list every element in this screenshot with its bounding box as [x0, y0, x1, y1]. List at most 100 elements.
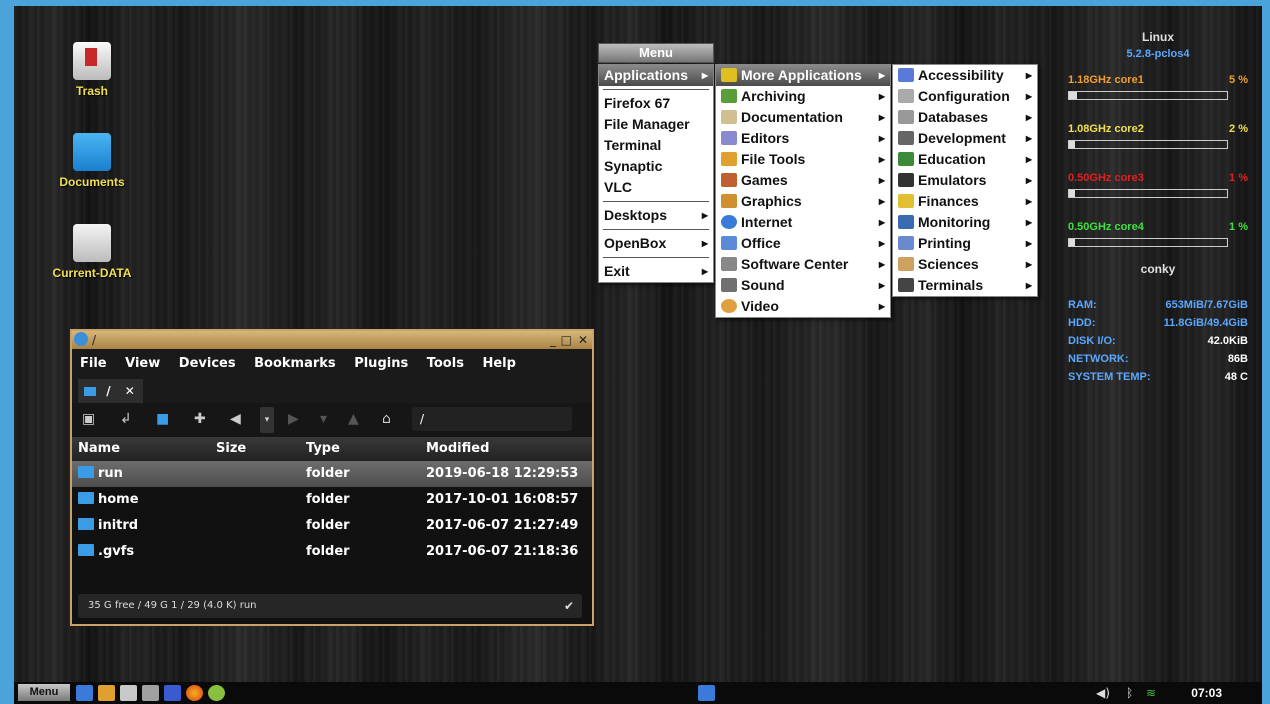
core-usage-fill [1069, 239, 1076, 246]
close-button[interactable]: ✕ [578, 331, 588, 349]
path-input[interactable]: / [412, 407, 572, 431]
tab-close-icon[interactable]: ✕ [125, 384, 135, 398]
forward-arrow-icon[interactable]: ▶ [288, 411, 299, 427]
start-menu-button[interactable]: Menu [18, 684, 70, 701]
column-type[interactable]: Type [306, 437, 340, 461]
column-name[interactable]: Name [78, 437, 120, 461]
menu-item-configuration[interactable]: Configuration ▶ [893, 86, 1037, 107]
menu-item-games[interactable]: Games ▶ [716, 170, 890, 191]
clock[interactable]: 07:03 [1191, 682, 1222, 704]
menu-item-more-applications[interactable]: More Applications ▶ [716, 65, 890, 86]
desktop-icon-trash[interactable]: Trash [47, 42, 137, 98]
column-size[interactable]: Size [216, 437, 246, 461]
menu-item-terminals[interactable]: Terminals ▶ [893, 275, 1037, 296]
menu-item-software-center[interactable]: Software Center ▶ [716, 254, 890, 275]
file-row[interactable]: run folder 2019-06-18 12:29:53 [72, 461, 592, 487]
menu-item-archiving[interactable]: Archiving ▶ [716, 86, 890, 107]
applications-menu: More Applications ▶ Archiving ▶ Documentat… [715, 64, 891, 318]
maximize-button[interactable]: □ [561, 331, 572, 349]
file-row[interactable]: .gvfs folder 2017-06-07 21:18:36 [72, 539, 592, 565]
menu-item-file-manager[interactable]: File Manager [599, 114, 713, 135]
menu-item-applications[interactable]: Applications ▶ [599, 65, 713, 86]
menu-item-finances[interactable]: Finances ▶ [893, 191, 1037, 212]
menu-item-development[interactable]: Development ▶ [893, 128, 1037, 149]
up-arrow-icon[interactable]: ▲ [348, 411, 359, 427]
menu-item-monitoring[interactable]: Monitoring ▶ [893, 212, 1037, 233]
menu-item-internet[interactable]: Internet ▶ [716, 212, 890, 233]
new-folder-icon[interactable]: ■ [156, 411, 169, 427]
forward-dropdown-icon[interactable]: ▾ [320, 411, 327, 427]
menu-item-printing[interactable]: Printing ▶ [893, 233, 1037, 254]
terminal-here-icon[interactable]: ↲ [120, 411, 132, 427]
menu-item-graphics[interactable]: Graphics ▶ [716, 191, 890, 212]
core-percent: 1 % [1229, 172, 1248, 184]
menu-item-file-tools[interactable]: File Tools ▶ [716, 149, 890, 170]
menu-item-accessibility[interactable]: Accessibility ▶ [893, 65, 1037, 86]
conky-name: conky [1140, 262, 1176, 276]
desktop-icon-current-data[interactable]: Current-DATA [47, 224, 137, 280]
volume-icon[interactable]: ◀) [1096, 682, 1110, 704]
menu-item-emulators[interactable]: Emulators ▶ [893, 170, 1037, 191]
software-center-icon [721, 257, 737, 271]
minimize-button[interactable]: _ [550, 331, 556, 349]
cpu-core: 0.50GHz core4 1 % [1068, 221, 1248, 258]
menu-item-firefox[interactable]: Firefox 67 [599, 93, 713, 114]
sound-icon [721, 278, 737, 292]
submenu-arrow-icon: ▶ [878, 134, 885, 143]
menu-item-education[interactable]: Education ▶ [893, 149, 1037, 170]
core-label: 1.08GHz core2 [1068, 123, 1144, 135]
wifi-icon[interactable]: ≋ [1146, 682, 1156, 704]
submenu-arrow-icon: ▶ [1025, 218, 1032, 227]
menu-item-sciences[interactable]: Sciences ▶ [893, 254, 1037, 275]
development-icon [898, 131, 914, 145]
menu-item-sound[interactable]: Sound ▶ [716, 275, 890, 296]
column-modified[interactable]: Modified [426, 437, 489, 461]
update-launcher-icon[interactable] [208, 685, 225, 701]
stat-network: NETWORK: 86B [1068, 353, 1248, 365]
menu-item-exit[interactable]: Exit ▶ [599, 261, 713, 282]
history-dropdown-icon[interactable]: ▾ [260, 407, 274, 433]
menu-bookmarks[interactable]: Bookmarks [254, 356, 336, 371]
menu-item-desktops[interactable]: Desktops ▶ [599, 205, 713, 226]
desktop-icon-documents[interactable]: Documents [47, 133, 137, 189]
file-row[interactable]: home folder 2017-10-01 16:08:57 [72, 487, 592, 513]
display-launcher-icon[interactable] [142, 685, 159, 701]
add-icon[interactable]: ✚ [194, 411, 206, 427]
menu-item-video[interactable]: Video ▶ [716, 296, 890, 317]
menu-item-editors[interactable]: Editors ▶ [716, 128, 890, 149]
menu-item-documentation[interactable]: Documentation ▶ [716, 107, 890, 128]
archive-launcher-icon[interactable] [98, 685, 115, 701]
menu-devices[interactable]: Devices [179, 356, 236, 371]
menu-item-synaptic[interactable]: Synaptic [599, 156, 713, 177]
menu-item-openbox[interactable]: OpenBox ▶ [599, 233, 713, 254]
side-pane-icon[interactable]: ▣ [82, 411, 95, 427]
menu-item-office[interactable]: Office ▶ [716, 233, 890, 254]
menu-view[interactable]: View [125, 356, 160, 371]
notes-launcher-icon[interactable] [120, 685, 137, 701]
tab-bar: / ✕ [72, 379, 592, 403]
menu-item-vlc[interactable]: VLC [599, 177, 713, 198]
file-manager-launcher-icon[interactable] [76, 685, 93, 701]
firefox-launcher-icon[interactable] [186, 685, 203, 701]
home-icon[interactable]: ⌂ [382, 411, 391, 427]
stat-hdd: HDD: 11.8GiB/49.4GiB [1068, 317, 1248, 329]
screenshot-launcher-icon[interactable] [164, 685, 181, 701]
toolbar: ▣ ↲ ■ ✚ ◀ ▾ ▶ ▾ ▲ ⌂ / [72, 403, 592, 437]
sciences-icon [898, 257, 914, 271]
submenu-arrow-icon: ▶ [1025, 176, 1032, 185]
window-titlebar[interactable]: / _ □ ✕ [72, 331, 592, 349]
tab-root[interactable]: / ✕ [78, 379, 143, 403]
menu-plugins[interactable]: Plugins [354, 356, 408, 371]
file-row[interactable]: initrd folder 2017-06-07 21:27:49 [72, 513, 592, 539]
file-list-header: Name Size Type Modified [72, 437, 592, 461]
menu-help[interactable]: Help [482, 356, 515, 371]
menu-item-terminal[interactable]: Terminal [599, 135, 713, 156]
menu-tools[interactable]: Tools [427, 356, 464, 371]
menu-file[interactable]: File [80, 356, 107, 371]
file-manager-task-icon[interactable] [698, 685, 715, 701]
menu-item-databases[interactable]: Databases ▶ [893, 107, 1037, 128]
core-percent: 5 % [1229, 74, 1248, 86]
monitoring-icon [898, 215, 914, 229]
bluetooth-icon[interactable]: ᛒ [1126, 682, 1133, 704]
back-arrow-icon[interactable]: ◀ [230, 411, 241, 427]
